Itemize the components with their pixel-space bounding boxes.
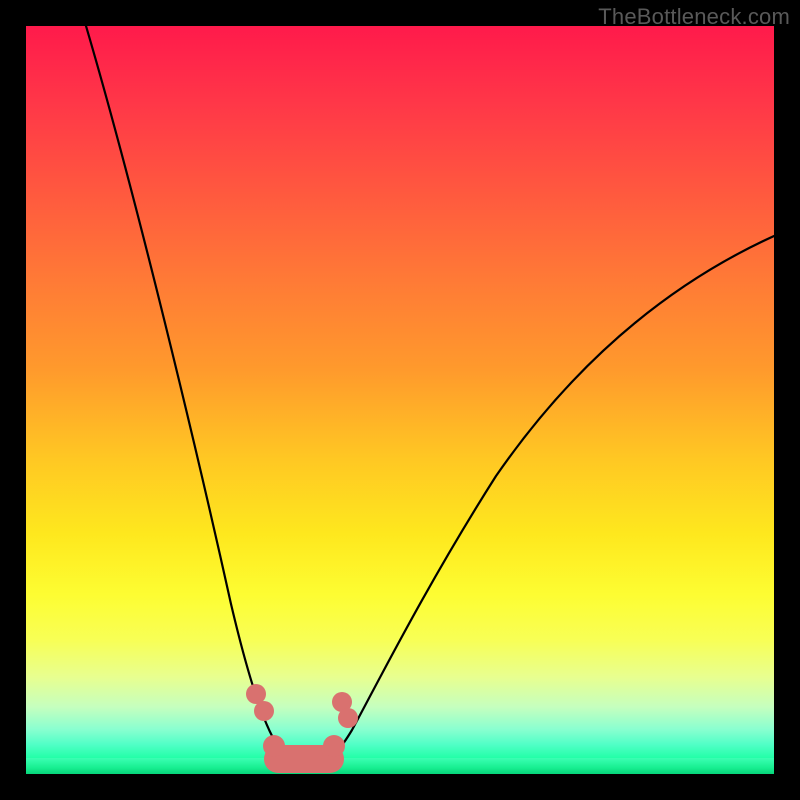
marker-dot (254, 701, 274, 721)
chart-frame: TheBottleneck.com (0, 0, 800, 800)
plot-area (26, 26, 774, 774)
curve-left-branch (86, 26, 294, 761)
curve-layer (26, 26, 774, 774)
curve-right-branch (324, 236, 774, 761)
watermark-text: TheBottleneck.com (598, 4, 790, 30)
marker-dot (263, 735, 285, 757)
marker-dot (323, 735, 345, 757)
marker-dot (338, 708, 358, 728)
marker-dot (246, 684, 266, 704)
